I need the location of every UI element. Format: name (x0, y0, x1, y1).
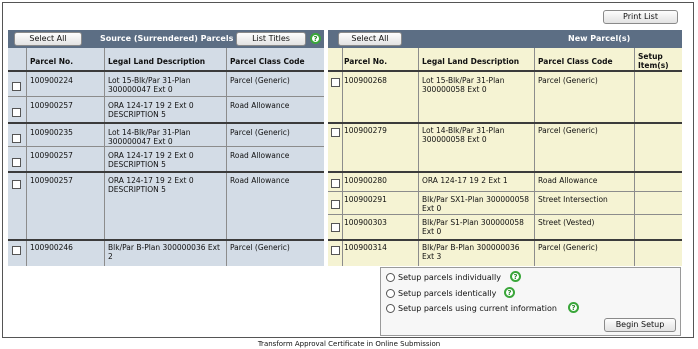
help-icon[interactable]: ? (568, 302, 579, 313)
parcel-no: 100900314 (344, 243, 387, 252)
setup-individually-option[interactable]: Setup parcels individually (386, 273, 501, 282)
new-parcels-header-bar: Select All New Parcel(s) (328, 30, 682, 48)
column-header-parcel-no: Parcel No. (30, 57, 74, 66)
left-select-all-button[interactable]: Select All (14, 32, 82, 46)
help-icon[interactable]: ? (310, 33, 321, 44)
row-checkbox[interactable] (331, 200, 340, 209)
option-label: Setup parcels identically (398, 289, 497, 298)
parcel-class-code: Parcel (Generic) (538, 126, 598, 135)
parcel-class-code: Street Intersection (538, 195, 608, 204)
setup-identically-option[interactable]: Setup parcels identically (386, 289, 496, 298)
parcel-no: 100900246 (30, 243, 73, 252)
column-header-legal-land-description: Legal Land Description (422, 57, 520, 66)
source-parcels-header-bar: Select All Source (Surrendered) Parcels … (8, 30, 324, 48)
new-parcels-title: New Parcel(s) (568, 34, 631, 43)
row-checkbox[interactable] (12, 134, 21, 143)
print-list-button[interactable]: Print List (603, 10, 678, 24)
parcel-no: 100900268 (344, 76, 387, 85)
row-checkbox[interactable] (331, 78, 340, 87)
row-checkbox[interactable] (12, 108, 21, 117)
parcel-no: 100900257 (30, 176, 73, 185)
row-checkbox[interactable] (12, 82, 21, 91)
parcel-class-code: Parcel (Generic) (230, 128, 290, 137)
column-header-parcel-no: Parcel No. (344, 57, 388, 66)
parcel-class-code: Road Allowance (230, 101, 290, 110)
parcel-class-code: Parcel (Generic) (230, 76, 290, 85)
parcel-class-code: Parcel (Generic) (230, 243, 290, 252)
right-select-all-button[interactable]: Select All (338, 32, 402, 46)
parcel-no: 100900224 (30, 76, 73, 85)
help-icon[interactable]: ? (504, 287, 515, 298)
legal-land-description: Blk/Par S1-Plan 300000058 Ext 0 (422, 218, 524, 236)
parcel-no: 100900235 (30, 128, 73, 137)
figure-caption: Transform Approval Certificate in Online… (257, 340, 441, 348)
parcel-no: 100900291 (344, 195, 387, 204)
column-header-parcel-class-code: Parcel Class Code (538, 57, 613, 66)
parcel-class-code: Parcel (Generic) (538, 243, 598, 252)
column-header-parcel-class-code: Parcel Class Code (230, 57, 305, 66)
parcel-no: 100900303 (344, 218, 387, 227)
parcel-class-code: Parcel (Generic) (538, 76, 598, 85)
legal-land-description: Blk/Par B-Plan 300000036 Ext 3 (422, 243, 520, 261)
legal-land-description: ORA 124-17 19 2 Ext 0 DESCRIPTION 5 (108, 151, 194, 169)
parcel-class-code: Road Allowance (538, 176, 598, 185)
legal-land-description: Lot 14-Blk/Par 31-Plan 300000047 Ext 0 (108, 128, 191, 146)
legal-land-description: Lot 14-Blk/Par 31-Plan 300000058 Ext 0 (422, 126, 505, 144)
setup-current-information-option[interactable]: Setup parcels using current information (386, 304, 557, 313)
row-checkbox[interactable] (331, 179, 340, 188)
parcel-no: 100900257 (30, 101, 73, 110)
legal-land-description: ORA 124-17 19 2 Ext 0 DESCRIPTION 5 (108, 176, 194, 194)
row-checkbox[interactable] (12, 158, 21, 167)
row-checkbox[interactable] (331, 223, 340, 232)
radio-button[interactable] (386, 289, 395, 298)
legal-land-description: ORA 124-17 19 2 Ext 0 DESCRIPTION 5 (108, 101, 194, 119)
parcel-no: 100900257 (30, 151, 73, 160)
list-titles-button[interactable]: List Titles (236, 32, 306, 46)
radio-button[interactable] (386, 304, 395, 313)
source-parcels-table: Parcel No. Legal Land Description Parcel… (8, 48, 324, 266)
row-checkbox[interactable] (12, 246, 21, 255)
parcel-class-code: Road Allowance (230, 176, 290, 185)
radio-button[interactable] (386, 273, 395, 282)
row-checkbox[interactable] (331, 246, 340, 255)
help-icon[interactable]: ? (510, 271, 521, 282)
parcel-class-code: Street (Vested) (538, 218, 595, 227)
column-header-legal-land-description: Legal Land Description (108, 57, 206, 66)
parcel-no: 100900280 (344, 176, 387, 185)
option-label: Setup parcels using current information (398, 304, 557, 313)
parcel-class-code: Road Allowance (230, 151, 290, 160)
legal-land-description: Blk/Par B-Plan 300000036 Ext 2 (108, 243, 220, 261)
legal-land-description: ORA 124-17 19 2 Ext 1 (422, 176, 508, 185)
column-header-setup-items: Setup Item(s) (638, 52, 669, 70)
row-checkbox[interactable] (331, 128, 340, 137)
legal-land-description: Lot 15-Blk/Par 31-Plan 300000047 Ext 0 (108, 76, 191, 94)
parcel-no: 100900279 (344, 126, 387, 135)
option-label: Setup parcels individually (398, 273, 501, 282)
row-checkbox[interactable] (12, 180, 21, 189)
legal-land-description: Lot 15-Blk/Par 31-Plan 300000058 Ext 0 (422, 76, 505, 94)
legal-land-description: Blk/Par SX1-Plan 300000058 Ext 0 (422, 195, 530, 213)
begin-setup-button[interactable]: Begin Setup (604, 318, 676, 332)
new-parcels-table: Parcel No. Legal Land Description Parcel… (328, 48, 682, 266)
source-parcels-title: Source (Surrendered) Parcels (100, 34, 234, 43)
